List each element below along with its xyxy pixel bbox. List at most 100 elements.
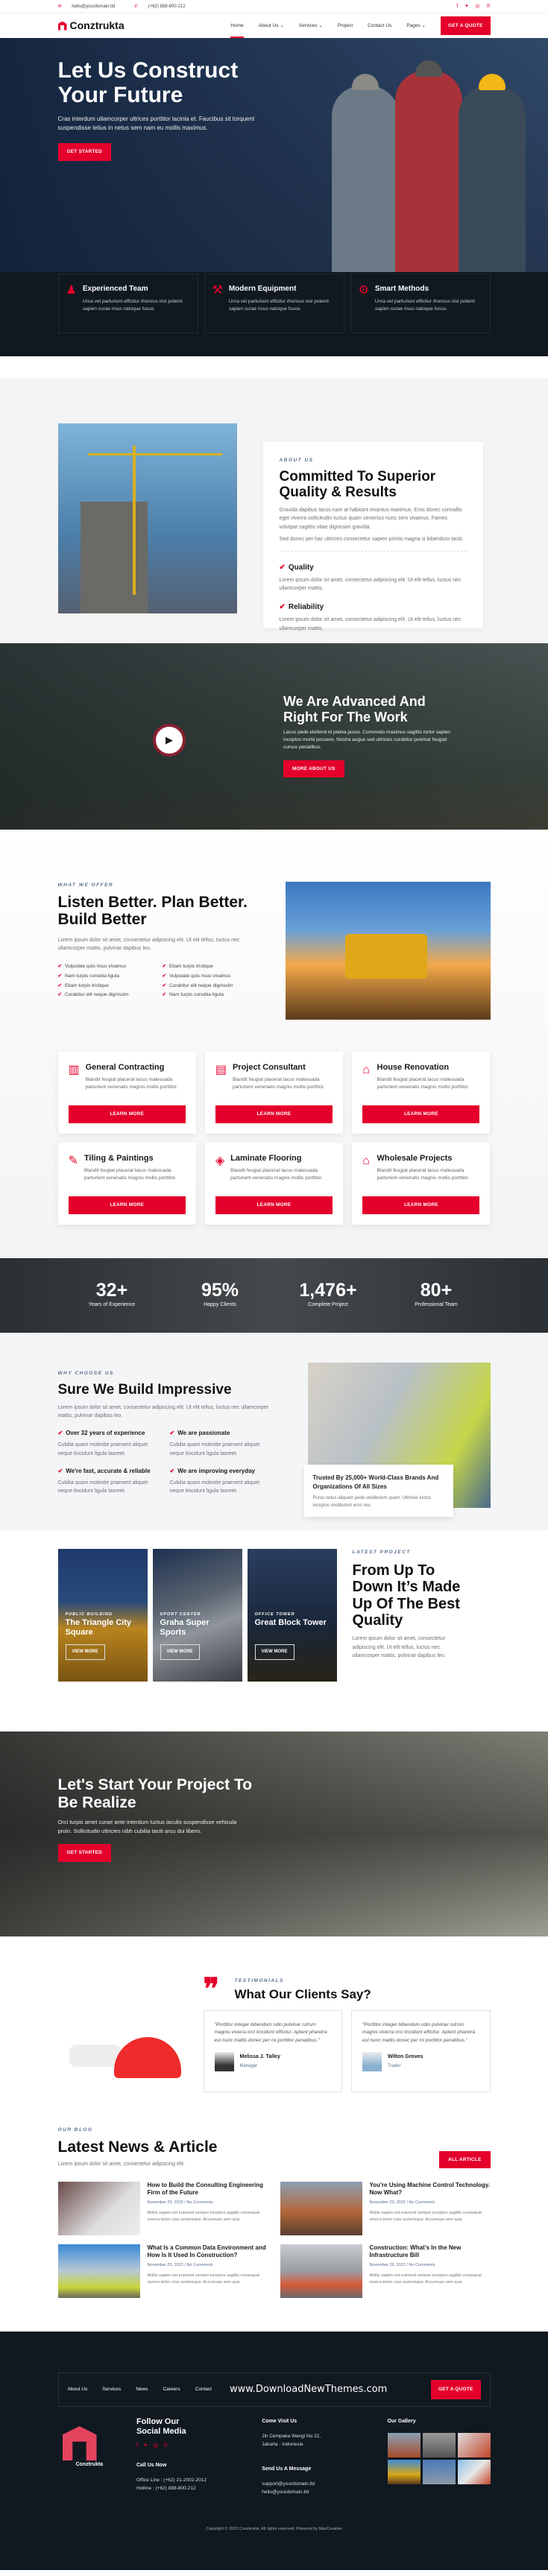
watermark-text: www.DownloadNewThemes.com [229,2384,388,2396]
about-point-title: ✔ Reliability [279,603,324,612]
gallery-image[interactable] [457,2433,491,2458]
footer-bar: About Us Services News Careers Contact w… [57,2373,491,2407]
pinterest-icon[interactable]: ℗ [163,2442,168,2449]
blog-eyebrow: OUR BLOG [57,2127,93,2133]
logo[interactable]: Conztrukta [57,18,125,34]
twitter-icon[interactable]: ✦ [464,4,469,9]
instagram-icon[interactable]: ◎ [476,4,480,9]
team-icon: ♟ [66,284,77,297]
list-item: ✔ Nam turpis conubia ligula [57,973,119,979]
phone-contact[interactable]: ✆ (+62) 888-800-212 [134,4,195,9]
post-title[interactable]: Construction: What’s In the New Infrastr… [370,2244,491,2259]
footer-link-careers[interactable]: Careers [163,2386,180,2393]
footer-link-about[interactable]: About Us [68,2386,88,2393]
learn-more-button[interactable]: LEARN MORE [68,1196,186,1214]
nav-item-pages[interactable]: Pages ⌄ [406,13,426,38]
gears-icon: ⚙ [358,284,369,297]
list-item: ✔ Vulputate quis risus vivamus [162,973,231,979]
service-title: House Renovation [377,1063,450,1072]
stat-label: Happy Clients [204,1302,236,1308]
play-button[interactable]: ▶ [153,724,186,757]
email-contact[interactable]: ✉ hello@yourdomain.tld [58,4,125,9]
footer-logo[interactable]: Conztrukta [58,2426,136,2496]
twitter-icon[interactable]: ✦ [143,2442,148,2449]
project-card[interactable]: OFFICE TOWER Great Block Tower VIEW MORE [247,1549,337,1682]
office-line[interactable]: Office Line : (+62) 21-2002-2012 [136,2477,262,2484]
cta-get-started-button[interactable]: GET STARTED [57,1843,112,1862]
call-title: Call Us Now [136,2463,167,2469]
post-meta: November 29, 2022 / No Comments [369,2200,435,2206]
learn-more-button[interactable]: LEARN MORE [215,1196,333,1214]
learn-more-button[interactable]: LEARN MORE [215,1105,333,1123]
service-text: Blandit feugiat placerat lacus malesuada… [377,1076,470,1090]
nav-item-home[interactable]: Home [230,13,245,38]
post-title[interactable]: You're Using Machine Control Technology.… [370,2182,491,2197]
testimonials-title: What Our Clients Say? [234,1986,371,2001]
hello-email[interactable]: hello@yourdomain.tld [262,2489,387,2496]
footer-link-news[interactable]: News [136,2386,148,2393]
projects-text: Lorem ipsum dolor sit amet, consectetur … [352,1636,446,1658]
post-thumbnail[interactable] [280,2182,362,2236]
post-meta: November 29, 2022 / No Comments [369,2263,435,2268]
feature-text: Urna vel parturient efficitur rhoncus ni… [228,299,329,312]
nav-item-project[interactable]: Project [338,13,353,38]
more-about-us-button[interactable]: MORE ABOUT US [283,760,344,778]
gallery-image[interactable] [387,2433,421,2458]
author-role: Manager [239,2064,258,2069]
footer-link-services[interactable]: Services [102,2386,121,2393]
list-item: ✔ Nam turpis conubia ligula [162,992,224,998]
blog-post[interactable]: How to Build the Consulting Engineering … [57,2182,268,2236]
list-item: ✔ Vulputate quis risus vivamus [57,964,127,970]
project-card[interactable]: SPORT CENTER Graha Super Sports VIEW MOR… [152,1549,242,1682]
view-more-button[interactable]: VIEW MORE [65,1644,105,1660]
learn-more-button[interactable]: LEARN MORE [362,1105,480,1123]
support-email[interactable]: support@yourdomain.tld [262,2481,387,2488]
footer-social: f ✦ ◎ ℗ [136,2441,262,2451]
view-more-button[interactable]: VIEW MORE [254,1644,295,1660]
footer-get-quote-button[interactable]: GET A QUOTE [431,2380,481,2399]
facebook-icon[interactable]: f [456,4,458,9]
footer: About Us Services News Careers Contact w… [0,2332,548,2570]
stat-item: 32+ Years of Experience [67,1281,157,1310]
post-thumbnail[interactable] [57,2244,140,2299]
gallery-image[interactable] [387,2460,421,2485]
hotline[interactable]: Hotline : (+62) 888-800-212 [136,2485,262,2493]
pinterest-icon[interactable]: ℗ [486,4,490,9]
gallery-image[interactable] [422,2433,456,2458]
trusted-title: Trusted By 25,000+ World-Class Brands An… [312,1474,439,1490]
post-title[interactable]: What Is a Common Data Environment and Ho… [148,2244,268,2259]
check-icon: ✔ [162,992,166,998]
all-article-button[interactable]: ALL ARTICLE [439,2150,491,2169]
instagram-icon[interactable]: ◎ [153,2442,158,2449]
avatar [362,2051,382,2071]
list-item: ✔ Etiam turpis tristique [57,982,109,988]
hero-title: Let Us Construct Your Future [57,58,239,107]
learn-more-button[interactable]: LEARN MORE [362,1196,480,1214]
blog-post[interactable]: You're Using Machine Control Technology.… [280,2182,491,2236]
blog-post[interactable]: Construction: What’s In the New Infrastr… [280,2244,491,2299]
view-more-button[interactable]: VIEW MORE [160,1644,200,1660]
offer-eyebrow: WHAT WE OFFER [57,883,114,888]
get-quote-button[interactable]: GET A QUOTE [441,16,491,36]
learn-more-button[interactable]: LEARN MORE [68,1105,186,1123]
service-card: ⌂ Wholesale Projects Blandit feugiat place… [352,1143,491,1225]
gallery-image[interactable] [457,2460,491,2485]
nav-item-about[interactable]: About Us ⌄ [259,13,284,38]
copyright: Copyright © 2022 Conztrukta, All rights … [206,2526,342,2531]
video-text: Lacus pede eleifend id platea purus. Com… [283,730,451,750]
nav-item-services[interactable]: Services ⌄ [299,13,323,38]
service-title: Tiling & Paintings [84,1154,154,1163]
post-thumbnail[interactable] [280,2244,362,2299]
visit-title: Come Visit Us [262,2419,297,2424]
post-thumbnail[interactable] [57,2182,140,2236]
nav-item-contact[interactable]: Contact Us [368,13,391,38]
address-line: Jln Cempaka Wangi No 22, [262,2434,321,2440]
blog-post[interactable]: What Is a Common Data Environment and Ho… [57,2244,268,2299]
hero-get-started-button[interactable]: GET STARTED [57,143,112,161]
project-card[interactable]: PUBLIC BUILDING The Triangle City Square… [57,1549,148,1682]
project-category: PUBLIC BUILDING [65,1612,113,1617]
facebook-icon[interactable]: f [136,2442,138,2449]
gallery-image[interactable] [422,2460,456,2485]
post-title[interactable]: How to Build the Consulting Engineering … [148,2182,268,2197]
footer-link-contact[interactable]: Contact [195,2386,212,2393]
